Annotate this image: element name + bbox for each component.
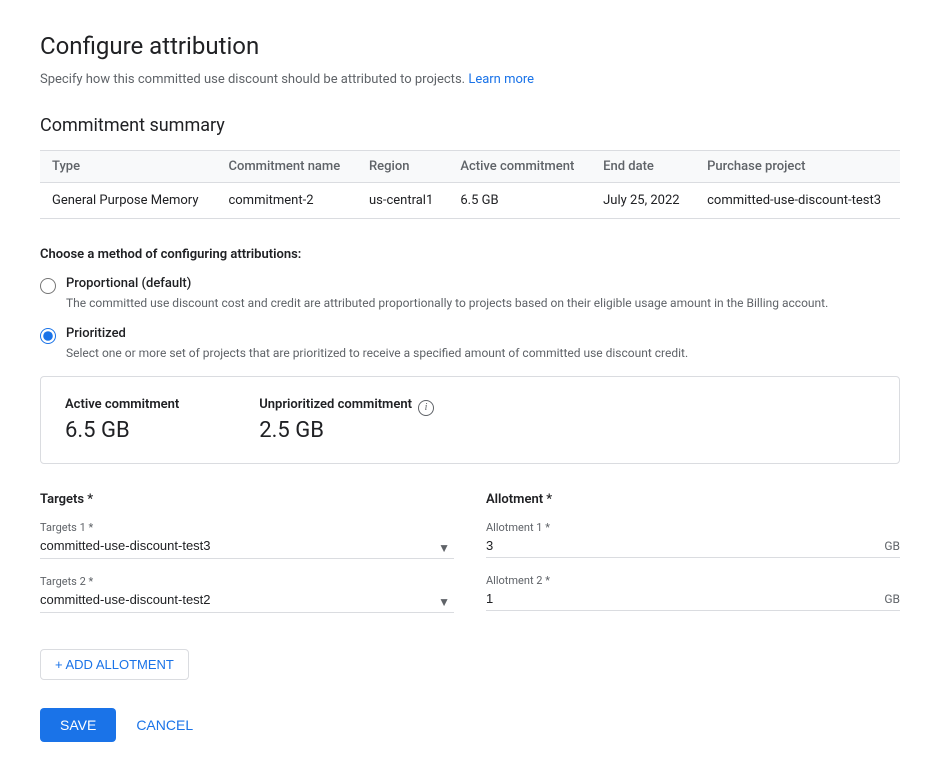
allotment-unit-1: GB xyxy=(884,539,900,553)
active-commitment-label: Active commitment xyxy=(65,397,179,412)
cancel-button[interactable]: CANCEL xyxy=(132,708,197,742)
learn-more-link[interactable]: Learn more xyxy=(468,72,534,87)
allotments-column: Allotment * Allotment 1 * GB Allotment 2… xyxy=(486,492,900,629)
action-buttons: SAVE CANCEL xyxy=(40,708,900,742)
target-select-wrapper-2: committed-use-discount-test3committed-us… xyxy=(40,592,454,613)
col-type: Type xyxy=(40,151,216,183)
allotment-input-wrapper-1: GB xyxy=(486,538,900,558)
cell-end-date: July 25, 2022 xyxy=(591,183,695,219)
target-label-2: Targets 2 * xyxy=(40,575,454,588)
target-label-1: Targets 1 * xyxy=(40,521,454,534)
page-subtitle: Specify how this committed use discount … xyxy=(40,72,900,87)
cell-purchase-project: committed-use-discount-test3 xyxy=(695,183,900,219)
targets-column-header: Targets * xyxy=(40,492,454,507)
col-active-commitment: Active commitment xyxy=(448,151,591,183)
proportional-title: Proportional (default) xyxy=(66,276,828,291)
proportional-desc: The committed use discount cost and cred… xyxy=(66,294,828,312)
allotment-label-2: Allotment 2 * xyxy=(486,574,900,587)
allotment-input-wrapper-2: GB xyxy=(486,591,900,611)
unprioritized-commitment-label: Unprioritized commitment xyxy=(259,397,412,412)
col-end-date: End date xyxy=(591,151,695,183)
add-allotment-button[interactable]: + ADD ALLOTMENT xyxy=(40,649,189,680)
prioritized-desc: Select one or more set of projects that … xyxy=(66,344,688,362)
radio-option-proportional[interactable]: Proportional (default) The committed use… xyxy=(40,276,900,312)
col-region: Region xyxy=(357,151,448,183)
radio-option-prioritized[interactable]: Prioritized Select one or more set of pr… xyxy=(40,326,900,362)
commitment-metrics-box: Active commitment 6.5 GB Unprioritized c… xyxy=(40,376,900,464)
targets-column: Targets * Targets 1 * committed-use-disc… xyxy=(40,492,454,629)
allotment-field-1: Allotment 1 * GB xyxy=(486,521,900,558)
target-select-wrapper-1: committed-use-discount-test3committed-us… xyxy=(40,538,454,559)
target-select-1[interactable]: committed-use-discount-test3committed-us… xyxy=(40,538,454,553)
unprioritized-info-icon[interactable]: i xyxy=(418,400,434,416)
method-label: Choose a method of configuring attributi… xyxy=(40,247,900,262)
allotment-field-2: Allotment 2 * GB xyxy=(486,574,900,611)
target-field-2: Targets 2 * committed-use-discount-test3… xyxy=(40,575,454,613)
method-radio-group: Proportional (default) The committed use… xyxy=(40,276,900,362)
allotment-input-1[interactable] xyxy=(486,538,884,553)
proportional-radio[interactable] xyxy=(40,278,56,294)
save-button[interactable]: SAVE xyxy=(40,708,116,742)
active-commitment-value: 6.5 GB xyxy=(65,418,179,443)
targets-allotment-section: Targets * Targets 1 * committed-use-disc… xyxy=(40,492,900,629)
allotment-unit-2: GB xyxy=(884,592,900,606)
cell-type: General Purpose Memory xyxy=(40,183,216,219)
target-select-2[interactable]: committed-use-discount-test3committed-us… xyxy=(40,592,454,607)
allotment-input-2[interactable] xyxy=(486,591,884,606)
col-commitment-name: Commitment name xyxy=(216,151,357,183)
commitment-summary-heading: Commitment summary xyxy=(40,115,900,136)
prioritized-title: Prioritized xyxy=(66,326,688,341)
active-commitment-metric: Active commitment 6.5 GB xyxy=(65,397,179,443)
target-field-1: Targets 1 * committed-use-discount-test3… xyxy=(40,521,454,559)
cell-region: us-central1 xyxy=(357,183,448,219)
allotments-column-header: Allotment * xyxy=(486,492,900,507)
cell-active-commitment: 6.5 GB xyxy=(448,183,591,219)
cell-commitment-name: commitment-2 xyxy=(216,183,357,219)
unprioritized-commitment-metric: Unprioritized commitment i 2.5 GB xyxy=(259,397,434,443)
table-row: General Purpose Memory commitment-2 us-c… xyxy=(40,183,900,219)
prioritized-radio[interactable] xyxy=(40,328,56,344)
page-title: Configure attribution xyxy=(40,32,900,60)
commitment-table: Type Commitment name Region Active commi… xyxy=(40,150,900,219)
allotment-label-1: Allotment 1 * xyxy=(486,521,900,534)
unprioritized-commitment-value: 2.5 GB xyxy=(259,418,434,443)
col-purchase-project: Purchase project xyxy=(695,151,900,183)
